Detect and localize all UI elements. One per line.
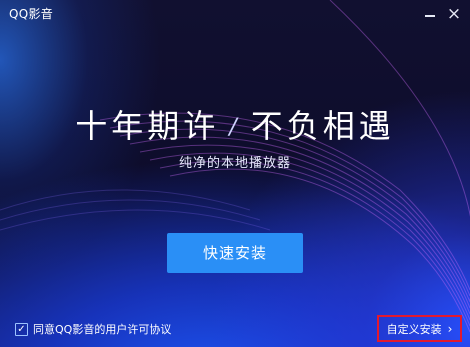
close-button[interactable]: × bbox=[444, 4, 464, 24]
minimize-button[interactable] bbox=[420, 4, 440, 24]
chevron-right-icon: › bbox=[447, 321, 453, 336]
custom-install-label: 自定义安装 bbox=[386, 322, 442, 336]
headline-right: 不负相遇 bbox=[250, 107, 395, 145]
background-arc-decoration bbox=[0, 0, 470, 333]
tagline: 纯净的本地播放器 bbox=[178, 156, 291, 171]
agreement-link[interactable]: 同意QQ影音的用户许可协议 bbox=[33, 321, 171, 337]
close-icon: × bbox=[446, 4, 462, 24]
app-title: QQ影音 bbox=[9, 7, 54, 21]
installer-window: QQ影音 × 十年期许 / 不负相遇 纯净的本地播放器 快速安装 ✓ 同意QQ影音的… bbox=[0, 0, 470, 347]
quick-install-button[interactable]: 快速安装 bbox=[167, 233, 303, 273]
headline-left: 十年期许 bbox=[75, 107, 220, 145]
agreement-checkbox[interactable]: ✓ bbox=[15, 322, 28, 336]
headline: 十年期许 / 不负相遇 bbox=[0, 101, 470, 147]
check-icon: ✓ bbox=[17, 323, 26, 335]
custom-install-button[interactable]: 自定义安装 › bbox=[377, 315, 462, 342]
title-bar: QQ影音 × bbox=[0, 0, 470, 30]
agreement-row[interactable]: ✓ 同意QQ影音的用户许可协议 bbox=[15, 322, 171, 336]
headline-separator: / bbox=[229, 115, 241, 140]
